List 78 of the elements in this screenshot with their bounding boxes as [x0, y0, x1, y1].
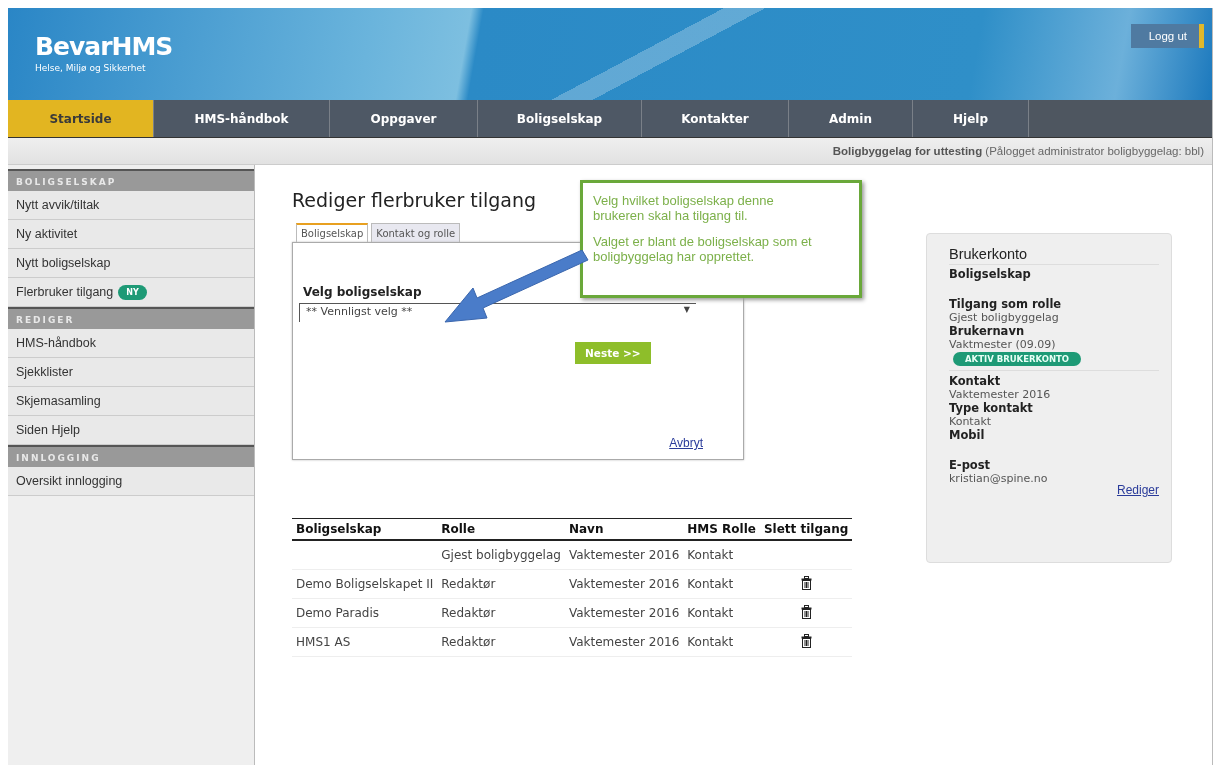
callout-text: Valget er blant de boligselskap som et boligbyggelag har opprettet. — [593, 234, 813, 264]
field-label: Velg boligselskap — [303, 285, 423, 299]
sidebar-item[interactable]: Nytt boligselskap — [8, 249, 254, 278]
column-header: Slett tilgang — [759, 518, 853, 540]
table-cell: Kontakt — [687, 577, 734, 591]
sidebar-item-label[interactable]: HMS-håndbok — [16, 336, 96, 350]
table-cell: Redaktør — [441, 606, 496, 620]
sidebar-heading: REDIGER — [8, 307, 254, 329]
field-label: Boligselskap — [949, 267, 1032, 281]
field-label: Tilgang som rolle — [949, 297, 1063, 311]
nav-tab[interactable]: Boligselskap — [478, 100, 642, 137]
nav-tab[interactable]: Oppgaver — [330, 100, 478, 137]
sidebar-item[interactable]: Flerbruker tilgang NY — [8, 278, 254, 307]
table-cell: Kontakt — [687, 548, 734, 562]
sidebar-item[interactable]: HMS-håndbok — [8, 329, 254, 358]
sidebar-item[interactable]: Sjekklister — [8, 358, 254, 387]
table-cell: Vaktemester 2016 — [568, 548, 680, 562]
field-label: E-post — [949, 458, 992, 472]
sidebar-item-label[interactable]: Nytt avvik/tiltak — [16, 198, 100, 212]
nav-tab[interactable]: HMS-håndbok — [154, 100, 330, 137]
column-header: Rolle — [437, 518, 565, 540]
table-cell: HMS1 AS — [296, 635, 351, 649]
sidebar-item-label[interactable]: Siden Hjelp — [16, 423, 80, 437]
logout-button[interactable]: Logg ut — [1130, 24, 1204, 48]
cancel-link[interactable]: Avbryt — [669, 436, 703, 450]
sidebar-heading: INNLOGGING — [8, 445, 254, 467]
edit-link[interactable]: Rediger — [1116, 483, 1159, 497]
form-tab[interactable]: Boligselskap — [296, 223, 369, 242]
column-header: Navn — [564, 518, 684, 540]
table-cell: Demo Boligselskapet II — [296, 577, 434, 591]
field-label: Type kontakt — [949, 401, 1034, 415]
page-title: Rediger flerbruker tilgang — [292, 189, 537, 211]
new-badge: NY — [118, 284, 147, 300]
table-cell: Vaktemester 2016 — [568, 606, 680, 620]
column-header: Boligselskap — [292, 518, 438, 540]
table-cell: Vaktemester 2016 — [568, 635, 680, 649]
table-cell: Redaktør — [441, 577, 496, 591]
table-cell: Vaktemester 2016 — [568, 577, 680, 591]
status-text: Boligbyggelag for uttesting (Pålogget administrator boligbyggelag: bbl) — [832, 145, 1204, 157]
nav-tab[interactable]: Kontakter — [642, 100, 789, 137]
sidebar-item-label[interactable]: Ny aktivitet — [16, 227, 78, 241]
logo-text: BevarHMS — [35, 32, 173, 61]
sidebar-item[interactable]: Nytt avvik/tiltak — [8, 191, 254, 220]
trash-icon[interactable] — [800, 575, 812, 590]
table-cell: Kontakt — [687, 635, 734, 649]
field-value: Vaktemester 2016 — [949, 388, 1052, 401]
callout-text: Velg hvilket boligselskap denne brukeren skal ha tilgang til. — [593, 193, 775, 223]
trash-icon[interactable] — [800, 604, 812, 619]
field-value: Vaktmester (09.09) — [949, 338, 1057, 351]
sidebar-item[interactable]: Ny aktivitet — [8, 220, 254, 249]
field-label: Brukernavn — [949, 324, 1026, 338]
status-badge: AKTIV BRUKERKONTO — [953, 352, 1082, 366]
table-cell: Gjest boligbyggelag — [441, 548, 561, 562]
column-header: HMS Rolle — [683, 518, 760, 540]
table-cell: Kontakt — [687, 606, 734, 620]
sidebar-item-label[interactable]: Skjemasamling — [16, 394, 101, 408]
tagline: Helse, Miljø og Sikkerhet — [35, 63, 147, 73]
nav-tab[interactable]: Startside — [8, 100, 154, 137]
field-label: Mobil — [949, 428, 986, 442]
nav-tab[interactable]: Admin — [789, 100, 913, 137]
sidebar-item-label[interactable]: Flerbruker tilgang — [16, 285, 114, 299]
table-cell: Redaktør — [441, 635, 496, 649]
card-title: Brukerkonto — [949, 246, 1159, 265]
nav-tab[interactable]: Hjelp — [913, 100, 1029, 137]
sidebar-item-label[interactable]: Sjekklister — [16, 365, 73, 379]
sidebar-heading: BOLIGSELSKAP — [8, 169, 254, 191]
sidebar-item-label[interactable]: Nytt boligselskap — [16, 256, 111, 270]
sidebar-item[interactable]: Siden Hjelp — [8, 416, 254, 445]
trash-icon[interactable] — [800, 633, 812, 648]
field-value: Kontakt — [949, 415, 993, 428]
sidebar-item[interactable]: Skjemasamling — [8, 387, 254, 416]
field-value: Gjest boligbyggelag — [949, 311, 1060, 324]
sidebar-item-label[interactable]: Oversikt innlogging — [16, 474, 123, 488]
table-cell: Demo Paradis — [296, 606, 379, 620]
form-tab[interactable]: Kontakt og rolle — [371, 223, 461, 242]
field-label: Kontakt — [949, 374, 1002, 388]
sidebar-item[interactable]: Oversikt innlogging — [8, 467, 254, 496]
field-value: kristian@spine.no — [949, 472, 1049, 485]
